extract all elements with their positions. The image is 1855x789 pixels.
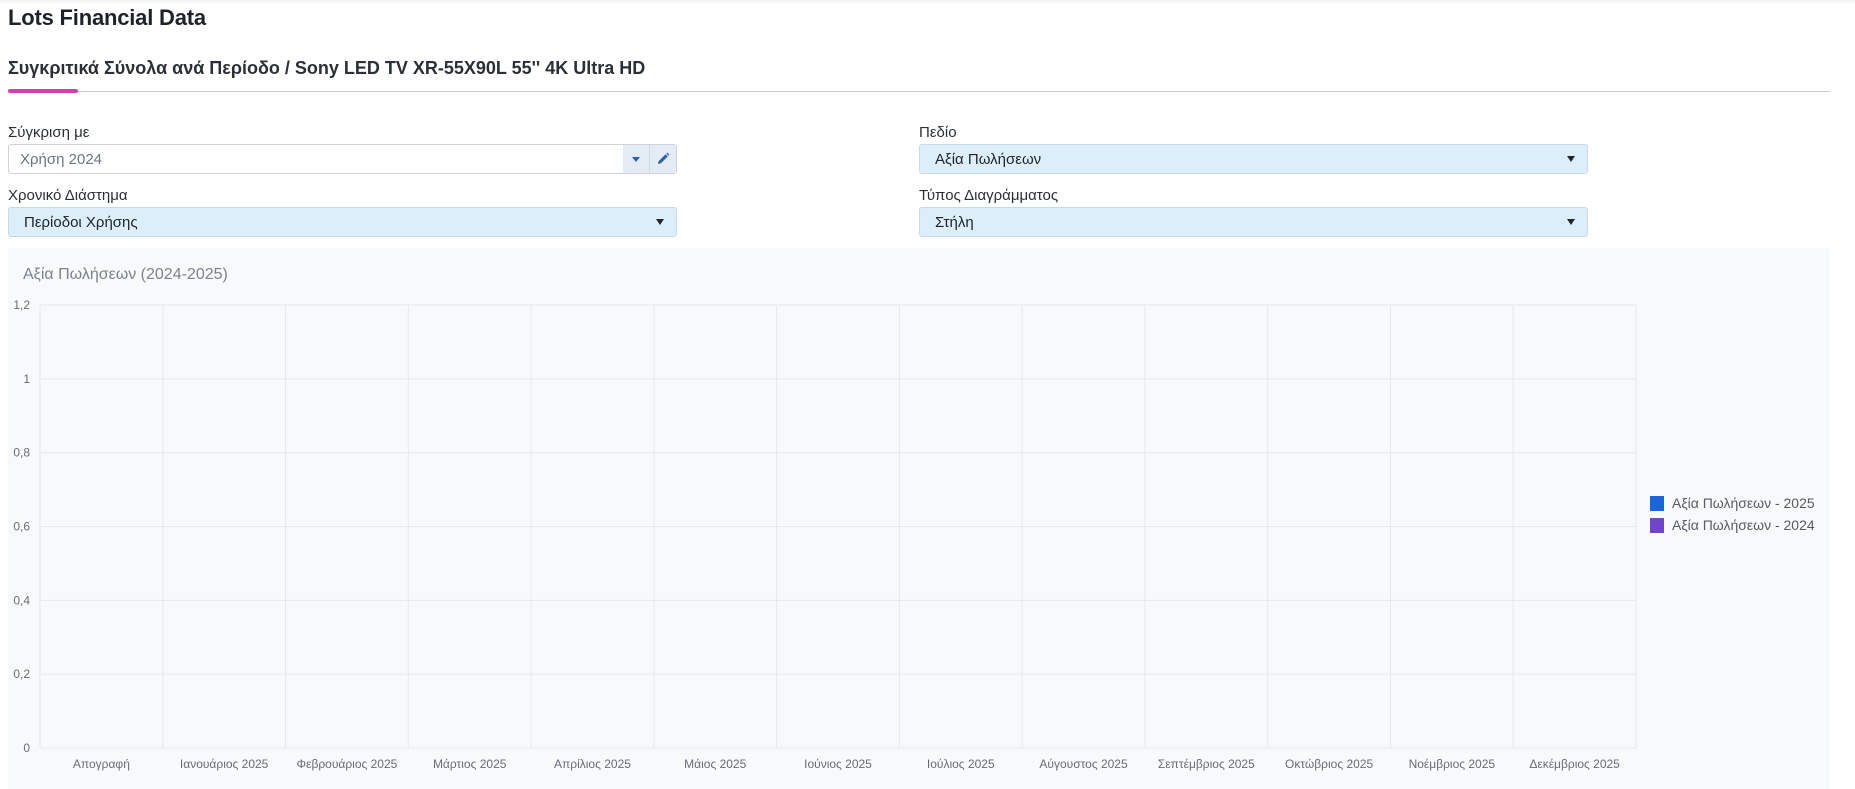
y-tick-label: 0,4 bbox=[13, 593, 30, 607]
x-tick-label: Απρίλιος 2025 bbox=[554, 757, 631, 771]
y-tick-label: 0,8 bbox=[13, 446, 30, 460]
x-tick-label: Αύγουστος 2025 bbox=[1039, 757, 1128, 771]
y-tick-label: 1,2 bbox=[13, 298, 30, 312]
x-tick-label: Απογραφή bbox=[73, 757, 130, 771]
legend-item-2024[interactable]: Αξία Πωλήσεων - 2024 bbox=[1650, 514, 1815, 536]
y-tick-label: 1 bbox=[23, 372, 30, 386]
bar-chart: 0 0,2 0,4 0,6 0,8 1 1,2 Απογραφή Ιανουάριος 2025… bbox=[13, 298, 1637, 771]
chart-legend: Αξία Πωλήσεων - 2025 Αξία Πωλήσεων - 202… bbox=[1650, 492, 1815, 536]
legend-swatch-2024 bbox=[1650, 517, 1664, 533]
x-tick-label: Ιανουάριος 2025 bbox=[180, 757, 269, 771]
x-tick-label: Σεπτέμβριος 2025 bbox=[1158, 757, 1255, 771]
y-tick-label: 0,2 bbox=[13, 667, 30, 681]
x-tick-label: Οκτώβριος 2025 bbox=[1285, 757, 1373, 771]
x-tick-label: Φεβρουάριος 2025 bbox=[297, 757, 398, 771]
x-tick-label: Μάρτιος 2025 bbox=[433, 757, 507, 771]
legend-label-2025: Αξία Πωλήσεων - 2025 bbox=[1672, 495, 1815, 511]
x-tick-label: Μάιος 2025 bbox=[684, 757, 746, 771]
x-tick-label: Δεκέμβριος 2025 bbox=[1529, 757, 1620, 771]
y-tick-label: 0,6 bbox=[13, 520, 30, 534]
x-tick-label: Νοέμβριος 2025 bbox=[1409, 757, 1496, 771]
legend-item-2025[interactable]: Αξία Πωλήσεων - 2025 bbox=[1650, 492, 1815, 514]
legend-swatch-2025 bbox=[1650, 495, 1664, 511]
x-tick-label: Ιούνιος 2025 bbox=[804, 757, 872, 771]
legend-label-2024: Αξία Πωλήσεων - 2024 bbox=[1672, 517, 1815, 533]
y-tick-label: 0 bbox=[23, 741, 30, 755]
x-tick-label: Ιούλιος 2025 bbox=[927, 757, 995, 771]
